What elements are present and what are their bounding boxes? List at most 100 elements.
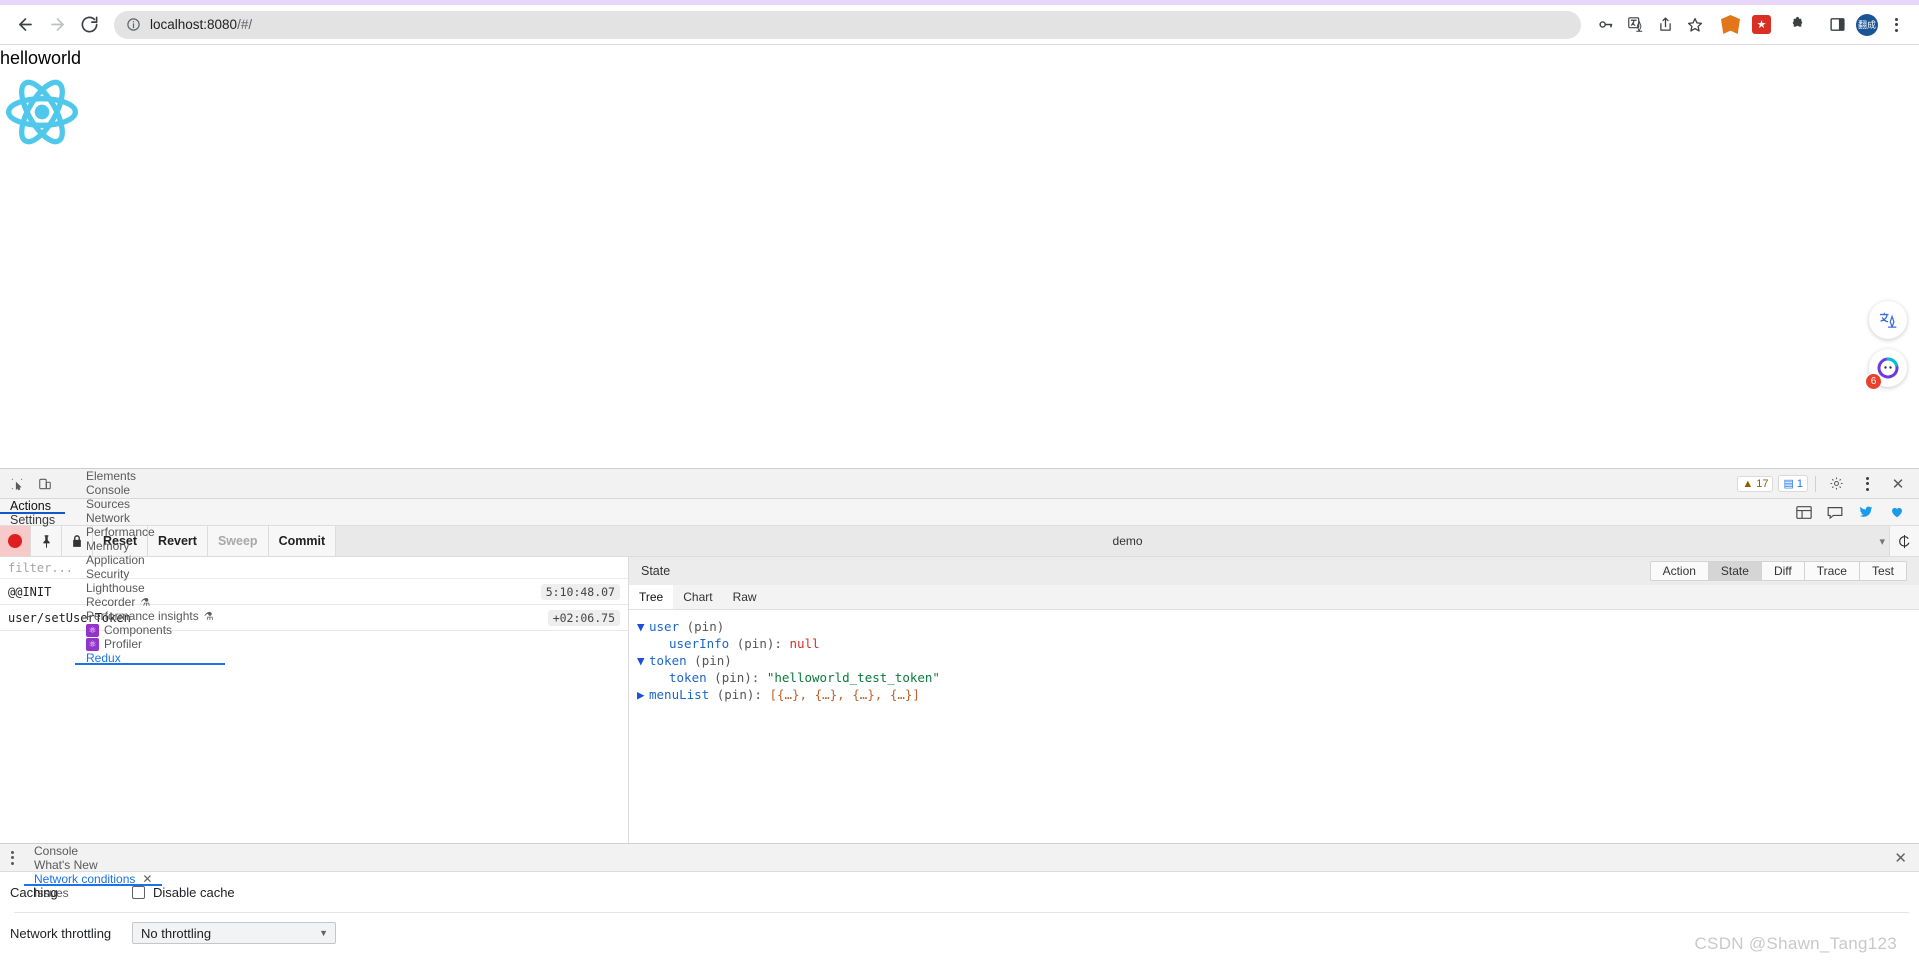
devtools-tab-lighthouse[interactable]: Lighthouse bbox=[75, 581, 225, 595]
network-throttling-value: No throttling bbox=[141, 925, 212, 941]
devtools-tab-label: Performance bbox=[86, 525, 155, 539]
redux-subtab-list: Actions Settings bbox=[0, 499, 66, 527]
avatar[interactable]: 翻成 bbox=[1856, 13, 1878, 36]
devtools-tab-memory[interactable]: Memory bbox=[75, 539, 225, 553]
devtools-tab-network[interactable]: Network bbox=[75, 511, 225, 525]
puzzle-extension-icon[interactable] bbox=[1783, 11, 1811, 39]
state-header: State Action State Diff Trace Test bbox=[629, 557, 1919, 585]
gear-icon[interactable] bbox=[1823, 472, 1849, 496]
devtools-tab-elements[interactable]: Elements bbox=[75, 469, 225, 483]
redux-subtab-bar: Actions Settings bbox=[0, 499, 1919, 527]
red-extension-icon[interactable]: ★ bbox=[1752, 15, 1771, 34]
caching-row: Caching Disable cache bbox=[4, 872, 1919, 912]
devtools-tab-components[interactable]: ⚛ Components bbox=[75, 623, 225, 637]
json-key: menuList bbox=[649, 687, 710, 702]
browser-toolbar: localhost:8080/#/ ★ 翻成 bbox=[0, 5, 1919, 45]
side-panel-icon[interactable] bbox=[1823, 11, 1851, 39]
translate-floating-icon[interactable] bbox=[1869, 301, 1907, 339]
caching-label: Caching bbox=[10, 884, 58, 900]
state-segment-diff[interactable]: Diff bbox=[1761, 561, 1805, 581]
state-segment-trace[interactable]: Trace bbox=[1804, 561, 1860, 581]
devtools-tab-security[interactable]: Security bbox=[75, 567, 225, 581]
expanded-arrow-icon[interactable]: ▼ bbox=[637, 618, 649, 635]
network-throttling-select[interactable]: No throttling ▼ bbox=[132, 922, 336, 944]
pin-icon[interactable] bbox=[31, 526, 62, 556]
state-column: State Action State Diff Trace Test Tree Chart… bbox=[629, 557, 1919, 884]
devtools-tab-recorder[interactable]: Recorder ⚗ bbox=[75, 595, 225, 609]
json-tree-row[interactable]: ▼ token (pin) bbox=[637, 652, 1919, 669]
close-icon[interactable]: ✕ bbox=[1885, 472, 1911, 496]
message-icon: ▤ bbox=[1783, 478, 1794, 490]
experiment-flask-icon: ⚗ bbox=[140, 596, 151, 609]
address-bar[interactable]: localhost:8080/#/ bbox=[114, 10, 1581, 39]
disable-cache-label[interactable]: Disable cache bbox=[153, 885, 235, 900]
reload-icon[interactable] bbox=[74, 10, 104, 40]
chevron-down-icon: ▾ bbox=[1879, 535, 1885, 548]
devtools-tab-redux[interactable]: Redux bbox=[75, 651, 225, 665]
devtools-tab-label: Lighthouse bbox=[86, 581, 145, 595]
react-logo bbox=[2, 76, 1919, 153]
commit-button[interactable]: Commit bbox=[268, 526, 337, 556]
metamask-fox-icon[interactable] bbox=[1721, 15, 1740, 34]
devtools-tab-performance-insights[interactable]: Performance insights ⚗ bbox=[75, 609, 225, 623]
record-dot-icon[interactable] bbox=[0, 526, 31, 556]
json-value: [{…}, {…}, {…}, {…}] bbox=[769, 687, 920, 702]
warning-count-badge[interactable]: ▲ 17 bbox=[1737, 475, 1774, 492]
password-key-icon[interactable] bbox=[1591, 11, 1619, 39]
react-components-icon: ⚛ bbox=[86, 623, 99, 637]
message-count-badge[interactable]: ▤ 1 bbox=[1778, 475, 1808, 492]
inspect-element-icon[interactable] bbox=[4, 472, 30, 496]
watermark: CSDN @Shawn_Tang123 bbox=[1694, 934, 1897, 953]
info-circle-icon[interactable] bbox=[126, 17, 141, 32]
refresh-icon[interactable] bbox=[1889, 526, 1919, 556]
share-icon[interactable] bbox=[1651, 11, 1679, 39]
devtools-tab-profiler[interactable]: ⚛ Profiler bbox=[75, 637, 225, 651]
devtools-tab-console[interactable]: Console bbox=[75, 483, 225, 497]
json-tree-row[interactable]: ▶ menuList (pin): [{…}, {…}, {…}, {…}] bbox=[637, 686, 1919, 703]
devtools-tab-application[interactable]: Application bbox=[75, 553, 225, 567]
heart-icon[interactable] bbox=[1888, 505, 1905, 520]
devtools-drawer: Console What's New Network conditions ✕ Issu… bbox=[0, 843, 1919, 966]
network-conditions-panel: Caching Disable cache Network throttling… bbox=[0, 872, 1919, 966]
bookmark-star-icon[interactable] bbox=[1681, 11, 1709, 39]
chat-floating-icon[interactable]: 6 bbox=[1865, 349, 1907, 390]
drawer-tab-console[interactable]: Console bbox=[24, 844, 162, 858]
state-view-tab-chart[interactable]: Chart bbox=[673, 585, 722, 609]
json-tree-row[interactable]: ▼ user (pin) bbox=[637, 618, 1919, 635]
state-view-tab-raw[interactable]: Raw bbox=[723, 585, 767, 609]
drawer-menu-icon[interactable] bbox=[0, 844, 24, 871]
expanded-arrow-icon[interactable]: ▼ bbox=[637, 652, 649, 669]
instance-selector[interactable]: demo ▾ bbox=[336, 526, 1919, 556]
state-segment-action[interactable]: Action bbox=[1649, 561, 1709, 581]
collapsed-arrow-icon[interactable]: ▶ bbox=[637, 686, 649, 703]
state-segment-state[interactable]: State bbox=[1708, 561, 1762, 581]
json-tree-row[interactable]: token (pin): "helloworld_test_token" bbox=[637, 669, 1919, 686]
chat-icon[interactable] bbox=[1826, 505, 1843, 520]
throttling-row: Network throttling No throttling ▼ bbox=[4, 913, 1919, 953]
devtools-more-icon[interactable] bbox=[1854, 476, 1880, 491]
device-toolbar-icon[interactable] bbox=[32, 472, 58, 496]
state-view-tab-tree[interactable]: Tree bbox=[629, 585, 674, 609]
action-name: @@INIT bbox=[8, 584, 52, 599]
drawer-tab-what-s-new[interactable]: What's New bbox=[24, 858, 162, 872]
warning-triangle-icon: ▲ bbox=[1742, 477, 1754, 490]
grid-icon[interactable] bbox=[1795, 505, 1812, 520]
redux-subtab-settings[interactable]: Settings bbox=[0, 513, 65, 527]
page-title: helloworld bbox=[0, 48, 82, 68]
translate-icon[interactable] bbox=[1621, 11, 1649, 39]
json-pin-label: (pin) bbox=[686, 653, 732, 668]
json-tree-row[interactable]: userInfo (pin): null bbox=[637, 635, 1919, 652]
disable-cache-checkbox[interactable] bbox=[132, 885, 145, 899]
drawer-close-icon[interactable]: ✕ bbox=[1882, 844, 1919, 871]
devtools-tab-performance[interactable]: Performance bbox=[75, 525, 225, 539]
forward-arrow-icon[interactable] bbox=[42, 10, 72, 40]
redux-subtab-actions[interactable]: Actions bbox=[0, 499, 66, 514]
twitter-icon[interactable] bbox=[1857, 505, 1874, 520]
devtools-tab-label: Profiler bbox=[104, 637, 143, 651]
back-arrow-icon[interactable] bbox=[10, 10, 40, 40]
json-colon: : bbox=[774, 636, 790, 651]
state-segment-test[interactable]: Test bbox=[1859, 561, 1907, 581]
kebab-menu-icon[interactable] bbox=[1883, 17, 1909, 32]
drawer-tab-label: Console bbox=[34, 844, 79, 858]
devtools-tab-sources[interactable]: Sources bbox=[75, 497, 225, 511]
